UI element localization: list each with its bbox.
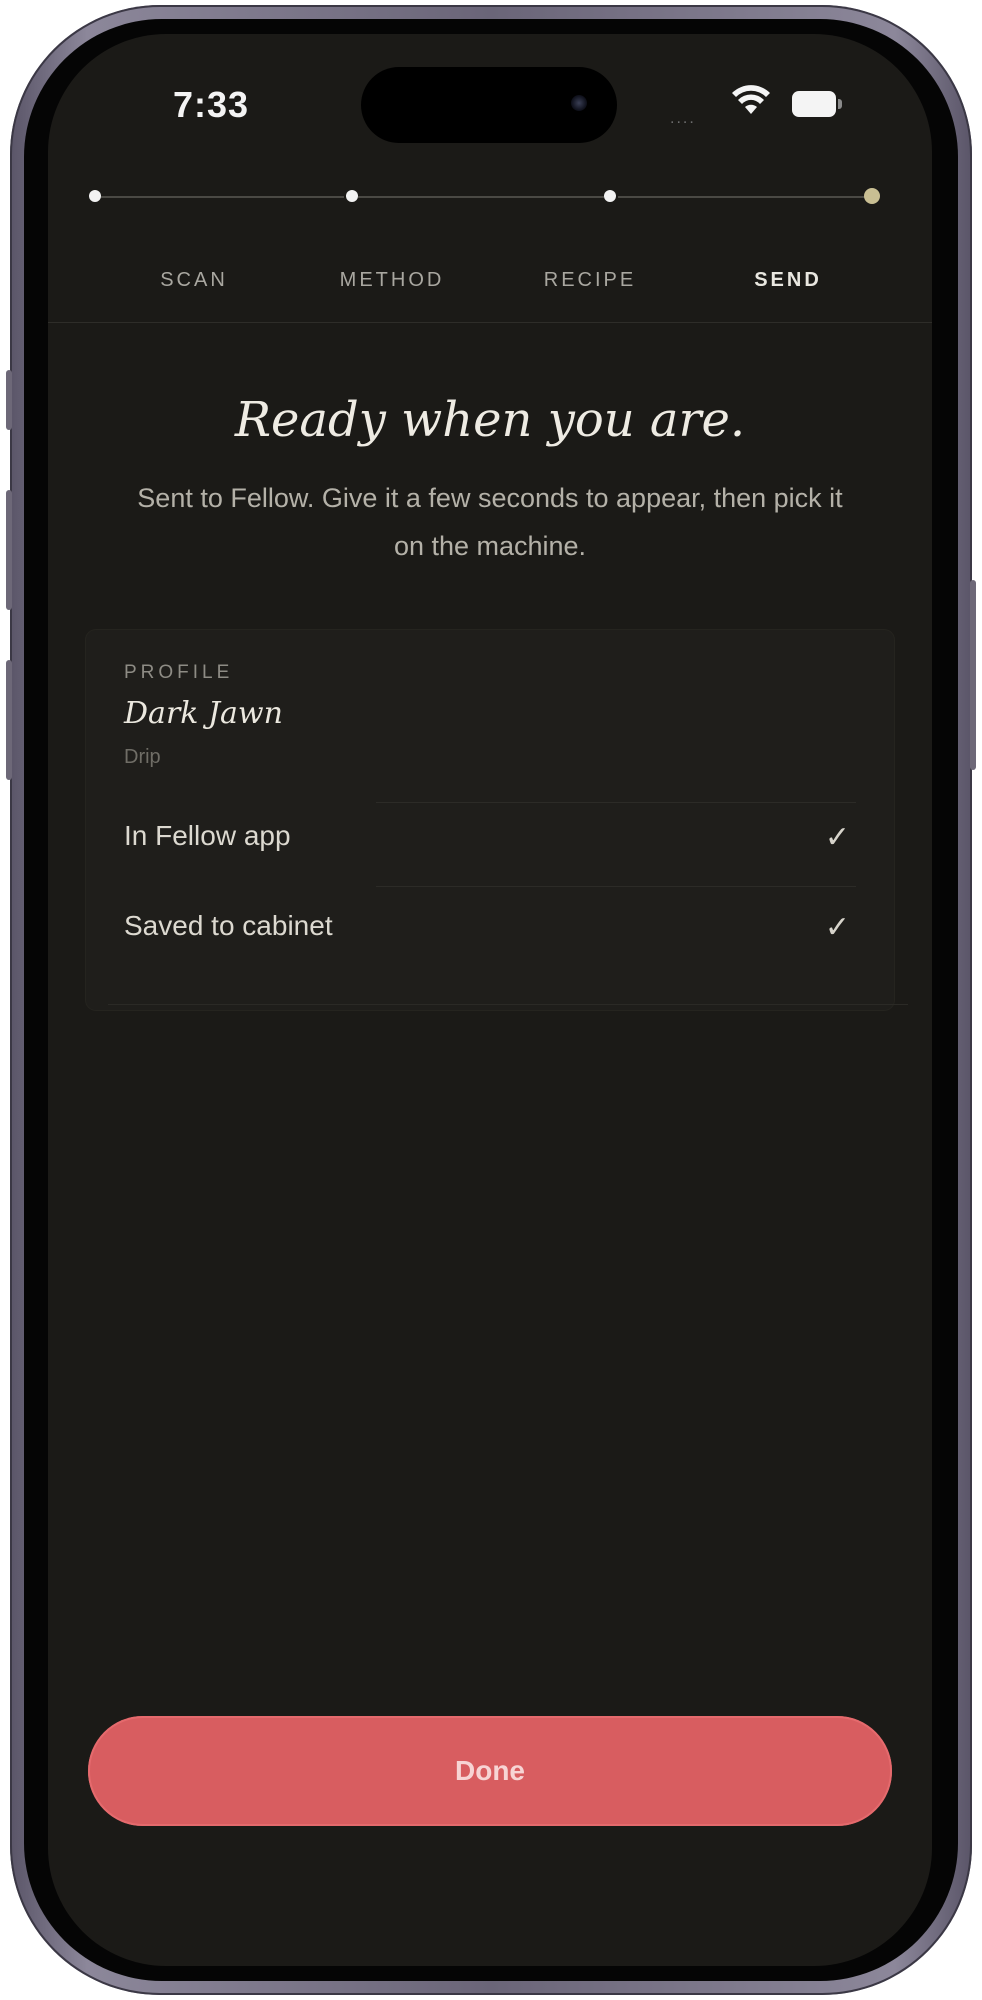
stepper-line xyxy=(92,196,344,198)
profile-method: Drip xyxy=(124,746,161,768)
step-dot-scan[interactable] xyxy=(89,190,101,202)
cellular-signal-icon: .... xyxy=(670,110,696,127)
battery-cap xyxy=(838,99,842,109)
action-button xyxy=(6,370,12,430)
volume-down-button xyxy=(6,660,12,780)
stepper-line xyxy=(618,196,876,198)
card-bottom-divider xyxy=(108,1004,908,1005)
dynamic-island xyxy=(361,67,617,143)
list-item-saved-cabinet: Saved to cabinet ✓ xyxy=(124,896,864,956)
step-label-method[interactable]: METHOD xyxy=(312,269,472,292)
checkmark-icon: ✓ xyxy=(824,821,850,854)
wifi-icon xyxy=(732,85,770,114)
status-time: 7:33 xyxy=(173,84,250,125)
step-dot-send[interactable] xyxy=(864,188,880,204)
status-label: In Fellow app xyxy=(124,820,291,851)
step-dot-method[interactable] xyxy=(346,190,358,202)
power-button xyxy=(970,580,976,770)
stepper-line xyxy=(358,196,604,198)
step-label-recipe[interactable]: RECIPE xyxy=(510,269,670,292)
step-label-send[interactable]: SEND xyxy=(708,269,868,292)
battery-level xyxy=(792,91,836,117)
volume-up-button xyxy=(6,490,12,610)
battery-icon xyxy=(792,91,842,117)
list-item-fellow-app: In Fellow app ✓ xyxy=(124,806,864,866)
row-divider xyxy=(376,886,856,887)
page-subtitle: Sent to Fellow. Give it a few seconds to… xyxy=(137,483,843,561)
row-divider xyxy=(376,802,856,803)
checkmark-icon: ✓ xyxy=(824,911,850,944)
profile-name: Dark Jawn xyxy=(124,696,283,731)
header-divider xyxy=(48,322,932,323)
app-screen: 7:33 .... SCAN METHOD RECIPE SEND Ready … xyxy=(48,34,932,1966)
section-label: PROFILE xyxy=(124,662,234,683)
done-button[interactable]: Done xyxy=(88,1716,892,1826)
page-title: Ready when you are. xyxy=(234,392,746,448)
status-label: Saved to cabinet xyxy=(124,910,333,941)
step-dot-recipe[interactable] xyxy=(604,190,616,202)
profile-summary-card: PROFILE Dark Jawn Drip In Fellow app ✓ S… xyxy=(86,630,894,1010)
camera-icon xyxy=(571,95,587,111)
step-label-scan[interactable]: SCAN xyxy=(114,269,274,292)
